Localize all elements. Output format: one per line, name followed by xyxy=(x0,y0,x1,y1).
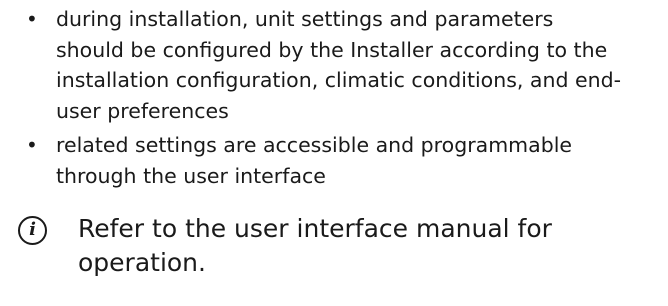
bullet-line: installation configuration, climatic con… xyxy=(56,68,622,92)
bullet-line: user preferences xyxy=(56,98,229,123)
bullet-line: should be configured by the Installer ac… xyxy=(56,37,608,62)
list-item: • related settings are accessible and pr… xyxy=(26,130,666,191)
list-item: • during installation, unit settings and… xyxy=(26,4,666,126)
bullet-line: through the user interface xyxy=(56,163,326,188)
bullet-point: • xyxy=(26,7,38,31)
bullet-point: • xyxy=(26,133,38,157)
note-line: operation. xyxy=(78,248,206,277)
bullet-line: during installation, unit settings and p… xyxy=(56,7,554,31)
bullet-list: • during installation, unit settings and… xyxy=(26,4,666,195)
info-icon: i xyxy=(18,216,47,245)
note-line: Refer to the user interface manual for xyxy=(78,214,552,243)
bullet-line: related settings are accessible and prog… xyxy=(56,133,573,157)
note-text: Refer to the user interface manual for o… xyxy=(78,212,552,280)
